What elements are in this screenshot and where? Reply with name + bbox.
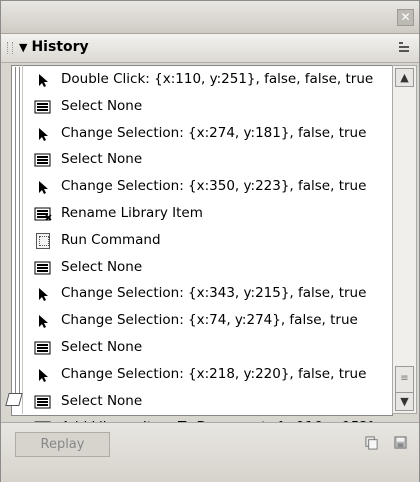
footer-bar: Replay — [1, 422, 419, 482]
history-item-label: Select None — [61, 97, 143, 114]
cursor-icon — [39, 127, 48, 141]
history-item-label: Double Click: {x:110, y:251}, false, fal… — [61, 71, 374, 87]
rename-icon — [34, 207, 52, 221]
scroll-down-button[interactable]: ▼ — [395, 392, 414, 411]
panel-title: ▼ History — [19, 39, 89, 55]
history-item-label: Select None — [61, 339, 143, 355]
history-item-label: Select None — [61, 258, 143, 275]
history-item[interactable]: Select None — [24, 335, 379, 361]
collapse-triangle-icon[interactable]: ▼ — [19, 41, 27, 54]
copy-steps-icon[interactable] — [364, 435, 379, 450]
close-icon[interactable]: ✕ — [397, 9, 414, 26]
history-item[interactable]: Change Selection: {x:343, y:215}, false,… — [24, 281, 379, 307]
cursor-icon — [39, 74, 48, 87]
panel-header[interactable]: ▼ History — [1, 34, 419, 63]
select-none-icon — [34, 261, 51, 275]
select-none-icon — [34, 395, 51, 409]
history-item-label: Change Selection: {x:74, y:274}, false, … — [61, 312, 358, 329]
cursor-icon — [39, 181, 48, 195]
history-slider-track[interactable] — [12, 65, 23, 414]
history-item[interactable]: Double Click: {x:110, y:251}, false, fal… — [24, 67, 379, 93]
cursor-icon — [39, 288, 48, 302]
select-none-icon — [34, 153, 51, 167]
history-item-label: Change Selection: {x:274, y:181}, false,… — [61, 124, 367, 141]
history-item-label: Select None — [61, 392, 143, 409]
history-item-label: Run Command — [61, 231, 161, 248]
history-item[interactable]: Rename Library Item — [24, 201, 379, 227]
history-item[interactable]: Run Command — [24, 228, 379, 254]
history-item[interactable]: Select None — [24, 255, 379, 281]
history-item[interactable]: Select None — [24, 147, 379, 173]
cursor-icon — [39, 315, 48, 329]
history-item[interactable]: Change Selection: {x:74, y:274}, false, … — [24, 308, 379, 334]
title-bar: ✕ — [1, 1, 419, 34]
run-command-icon — [36, 232, 50, 249]
save-as-command-icon[interactable] — [393, 435, 408, 450]
cursor-icon — [39, 368, 48, 382]
vertical-scrollbar[interactable]: ▲ ≡ ▼ — [392, 65, 417, 414]
grip-icon[interactable] — [7, 42, 13, 54]
history-item-label: Rename Library Item — [61, 205, 203, 221]
history-item-label: Change Selection: {x:343, y:215}, false,… — [61, 285, 367, 302]
history-item[interactable]: Select None — [24, 389, 379, 415]
history-item-label: Select None — [61, 151, 143, 168]
history-panel-window: ✕ ▼ History Double Click: {x:110, y:251},… — [0, 0, 420, 482]
history-item-label: Change Selection: {x:350, y:223}, false,… — [61, 178, 367, 195]
history-item[interactable]: Select None — [24, 94, 379, 120]
history-item[interactable]: Change Selection: {x:274, y:181}, false,… — [24, 121, 379, 147]
options-menu-icon[interactable] — [399, 42, 413, 54]
scroll-up-button[interactable]: ▲ — [395, 68, 414, 87]
history-item[interactable]: Change Selection: {x:350, y:223}, false,… — [24, 174, 379, 200]
select-none-icon — [34, 341, 51, 355]
history-item[interactable]: Change Selection: {x:218, y:220}, false,… — [24, 362, 379, 388]
select-none-icon — [34, 100, 51, 114]
history-item-label: Change Selection: {x:218, y:220}, false,… — [61, 365, 367, 382]
scroll-thumb[interactable]: ≡ — [395, 366, 414, 394]
replay-button[interactable]: Replay — [15, 432, 110, 457]
